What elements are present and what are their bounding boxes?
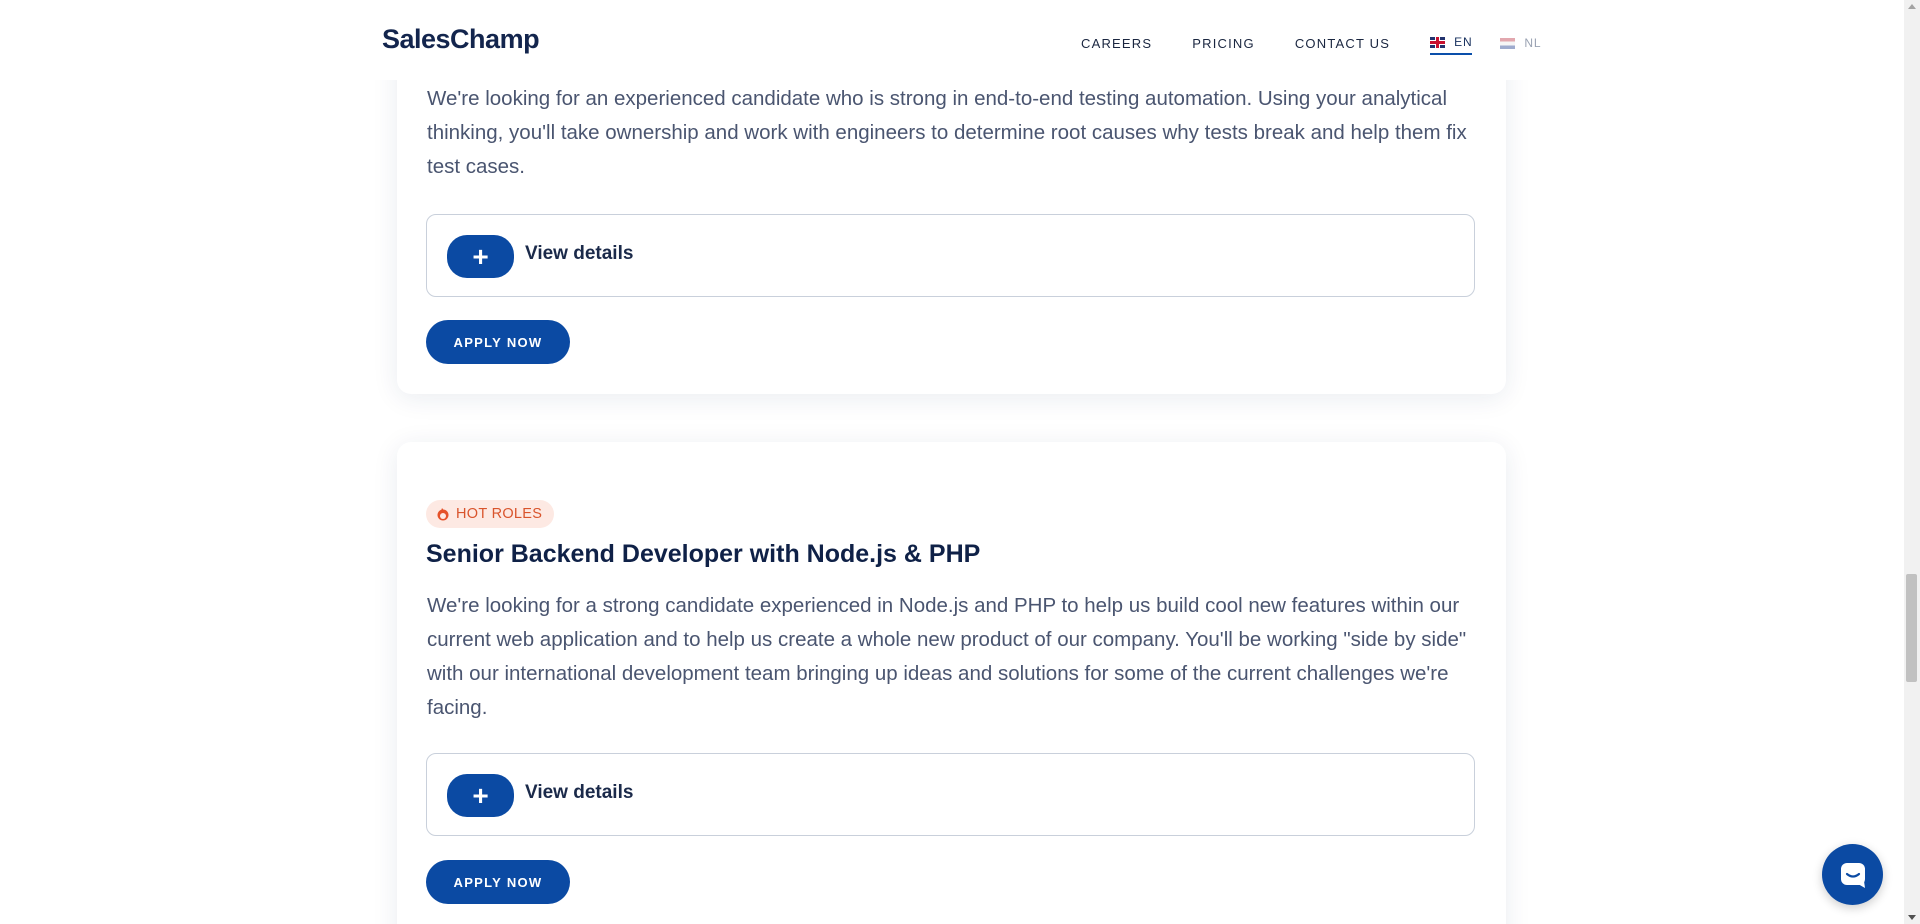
view-details-accordion[interactable]: + View details <box>426 214 1475 297</box>
nl-flag-icon <box>1500 37 1516 49</box>
chat-icon <box>1840 862 1865 888</box>
language-en[interactable]: EN <box>1430 35 1473 55</box>
flame-icon <box>437 508 449 521</box>
expand-button[interactable]: + <box>447 774 514 817</box>
apply-now-button[interactable]: APPLY NOW <box>426 320 570 364</box>
page-scrollbar[interactable] <box>1904 0 1920 924</box>
view-details-accordion[interactable]: + View details <box>426 753 1475 836</box>
site-header: SalesChamp CAREERS PRICING CONTACT US EN… <box>0 0 1904 80</box>
saleschamp-logo[interactable]: SalesChamp <box>382 24 540 55</box>
nav-careers[interactable]: CAREERS <box>1081 36 1152 51</box>
job-title: Senior Backend Developer with Node.js & … <box>426 540 981 568</box>
plus-icon: + <box>472 779 489 811</box>
chat-launcher-button[interactable] <box>1822 844 1883 905</box>
main-nav: CAREERS PRICING CONTACT US EN NL <box>1081 33 1569 55</box>
view-details-label[interactable]: View details <box>525 782 633 804</box>
badge-label: HOT ROLES <box>456 506 543 522</box>
scroll-thumb[interactable] <box>1906 574 1917 682</box>
job-description: We're looking for a strong candidate exp… <box>427 594 1467 719</box>
expand-button[interactable]: + <box>447 235 514 278</box>
plus-icon: + <box>472 240 489 272</box>
nav-pricing[interactable]: PRICING <box>1192 36 1255 51</box>
careers-page: We're looking for an experienced candida… <box>0 0 1904 924</box>
language-code: NL <box>1524 36 1542 50</box>
uk-flag-icon <box>1430 36 1446 48</box>
scroll-down-arrow-icon[interactable] <box>1908 915 1916 920</box>
job-card: HOT ROLES Senior Backend Developer with … <box>397 442 1506 924</box>
job-description: We're looking for an experienced candida… <box>427 87 1467 178</box>
scroll-up-arrow-icon[interactable] <box>1908 4 1916 9</box>
nav-contact-us[interactable]: CONTACT US <box>1295 36 1390 51</box>
language-nl[interactable]: NL <box>1500 36 1541 54</box>
view-details-label[interactable]: View details <box>525 243 633 265</box>
apply-now-button[interactable]: APPLY NOW <box>426 860 570 904</box>
language-code: EN <box>1454 35 1473 49</box>
hot-roles-badge: HOT ROLES <box>426 500 555 528</box>
